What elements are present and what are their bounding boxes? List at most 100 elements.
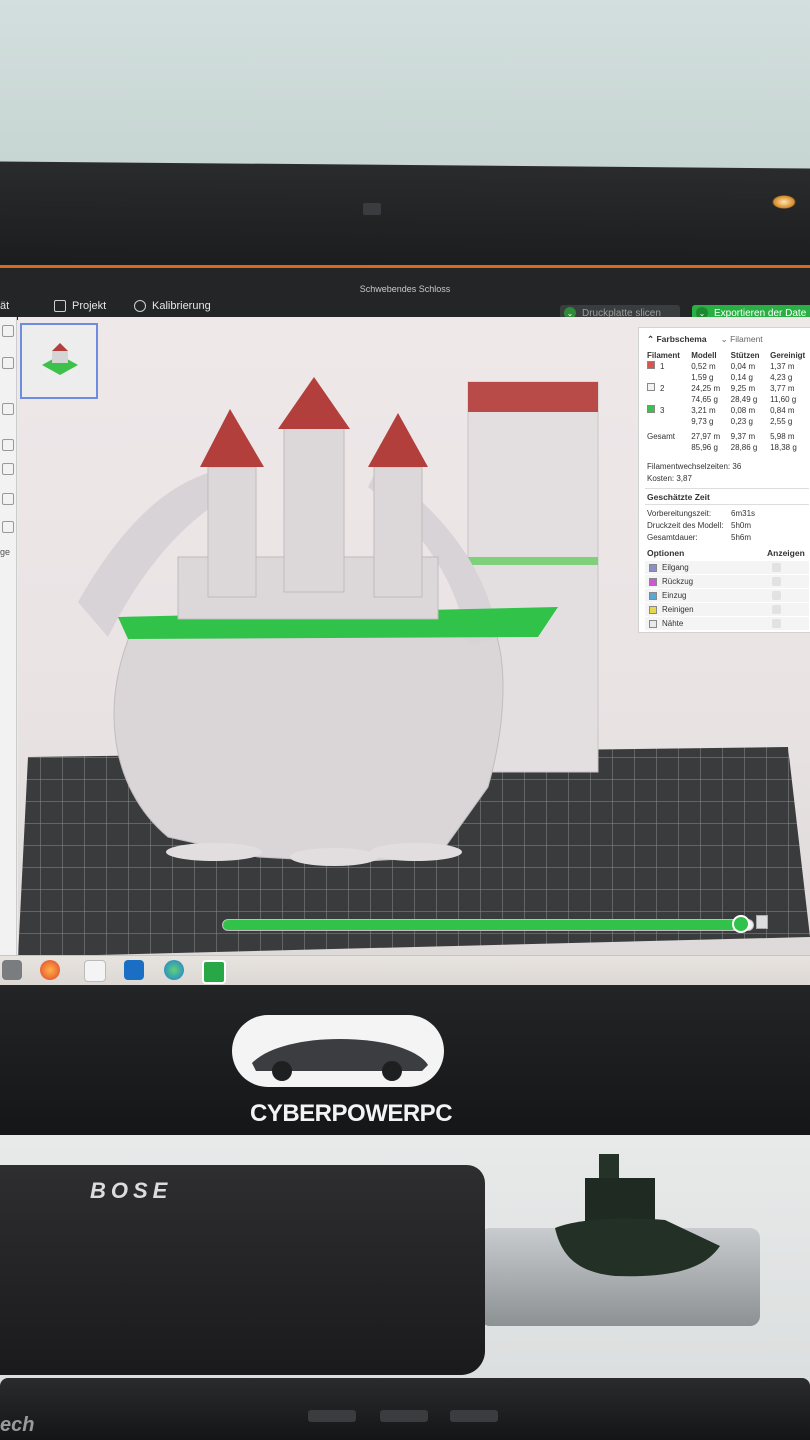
castle-tower-right (373, 466, 423, 598)
filament-table: Filament Modell Stützen Gereinigt 1 0,52… (645, 350, 810, 453)
filament-swatch (647, 383, 655, 391)
tool-icon[interactable] (2, 357, 14, 369)
rock-supports (113, 616, 504, 863)
plate-thumbnail[interactable] (20, 323, 98, 399)
option-swatch (649, 605, 657, 614)
cost: Kosten: 3,87 (647, 474, 692, 483)
slice-info-panel: ⌃ Farbschema ⌄ Filament Filament Modell … (638, 327, 810, 633)
slicer-app-icon[interactable] (202, 960, 226, 984)
light-reflection (772, 195, 796, 209)
keyboard-key[interactable] (308, 1410, 356, 1422)
time-label: Druckzeit des Modell: (647, 521, 724, 530)
table-row-total: Gesamt 27,97 m 85,96 g 9,37 m 28,86 g 5,98… (647, 432, 797, 452)
roof-left (200, 409, 264, 467)
edge-icon[interactable] (164, 960, 184, 980)
3d-benchy-boat (555, 1154, 720, 1277)
layer-slider-track[interactable] (222, 919, 754, 931)
webcam (363, 203, 381, 215)
table-row: 3 3,21 m 9,73 g 0,08 m 0,23 g 0,84 m 2,55 g (645, 405, 810, 427)
os-taskbar (0, 955, 810, 988)
divider (645, 488, 809, 489)
app-titlebar: Schwebendes Schloss ät Projekt Kalibrier… (0, 265, 810, 320)
slider-end-button[interactable] (756, 915, 768, 929)
keyboard-key[interactable] (380, 1410, 428, 1422)
option-checkbox[interactable] (772, 619, 781, 628)
time-label: Gesamtdauer: (647, 533, 698, 542)
car-icon (252, 1039, 428, 1081)
option-swatch (649, 619, 657, 628)
time-value: 5h6m (731, 533, 752, 542)
search-icon[interactable] (2, 521, 14, 533)
calibration-icon (134, 300, 146, 312)
layer-slider-handle[interactable] (732, 915, 750, 933)
option-swatch (649, 591, 657, 600)
table-row: 1 0,52 m 1,59 g 0,04 m 0,14 g 1,37 m 4,23 g (645, 361, 810, 383)
notepad-icon[interactable] (84, 960, 106, 982)
roof-center (278, 377, 350, 429)
divider (645, 504, 809, 505)
speaker (0, 1165, 485, 1375)
option-swatch (649, 577, 657, 586)
menu-projekt[interactable]: Projekt (54, 300, 106, 312)
firefox-icon[interactable] (40, 960, 60, 980)
purge-tower-green-layers (468, 557, 598, 565)
option-row[interactable]: Nähte (645, 617, 809, 630)
layer-slider-fill (223, 920, 738, 930)
left-toolbar: ge (0, 317, 17, 955)
panel-header: ⌃ Farbschema ⌄ Filament (647, 334, 763, 345)
support-foot (166, 843, 262, 861)
castle-tower-left (207, 466, 257, 598)
option-row[interactable]: Rückzug (645, 575, 809, 588)
menu-kalibrierung[interactable]: Kalibrierung (134, 300, 211, 312)
filament-swatch (647, 405, 655, 413)
tool-icon[interactable] (2, 493, 14, 505)
tool-icon[interactable] (2, 439, 14, 451)
time-label: Vorbereitungszeit: (647, 509, 712, 518)
option-row[interactable]: Eilgang (645, 561, 809, 574)
option-row[interactable]: Reinigen (645, 603, 809, 616)
menu-projekt-label: Projekt (72, 300, 107, 312)
option-swatch (649, 563, 657, 572)
wall-background (0, 0, 810, 175)
table-row: 2 24,25 m 74,65 g 9,25 m 28,49 g 3,77 m 11,… (645, 383, 810, 405)
support-foot (290, 848, 378, 866)
car-sticker (232, 1015, 444, 1087)
menu-cut-label: ät (0, 300, 10, 312)
col-stuetzen: Stützen (730, 351, 760, 360)
project-icon (54, 300, 66, 312)
option-row[interactable]: Einzug (645, 589, 809, 602)
options-title: Optionen (647, 548, 685, 558)
farbschema-title: ⌃ Farbschema (647, 334, 707, 344)
window-title: Schwebendes Schloss (359, 284, 451, 294)
filament-mode-select[interactable]: ⌄ Filament (721, 334, 763, 345)
monitor-screen: Schwebendes Schloss ät Projekt Kalibrier… (0, 265, 810, 955)
time-value: 5h0m (731, 521, 752, 530)
col-filament: Filament (647, 351, 680, 360)
col-gereinigt: Gereinigt (770, 351, 806, 360)
toolbar-cut-label: ge (0, 547, 11, 557)
option-checkbox[interactable] (772, 577, 781, 586)
plate-thumbnail-image (42, 343, 78, 375)
castle-tower-center (283, 426, 345, 593)
purge-tower-red-layers (468, 382, 598, 412)
start-icon[interactable] (2, 960, 22, 980)
option-checkbox[interactable] (772, 605, 781, 614)
option-checkbox[interactable] (772, 591, 781, 600)
tool-icon[interactable] (2, 463, 14, 475)
speaker-brand: BOSE (90, 1178, 173, 1203)
show-title: Anzeigen (767, 548, 805, 558)
tool-icon[interactable] (2, 403, 14, 415)
menu-cut-item[interactable]: ät (0, 300, 9, 312)
option-checkbox[interactable] (772, 563, 781, 572)
roof-right (368, 413, 428, 467)
tool-icon[interactable] (2, 325, 14, 337)
col-modell: Modell (691, 351, 717, 360)
support-foot (370, 843, 462, 861)
monitor-brand: CYBERPOWERPC (250, 1100, 453, 1127)
outlook-icon[interactable] (124, 960, 144, 980)
filament-change-count: Filamentwechselzeiten: 36 (647, 462, 742, 471)
keyboard-key[interactable] (450, 1410, 498, 1422)
estimated-time-title: Geschätzte Zeit (647, 492, 710, 502)
monitor-top-bezel (0, 161, 810, 274)
keyboard (0, 1378, 810, 1440)
